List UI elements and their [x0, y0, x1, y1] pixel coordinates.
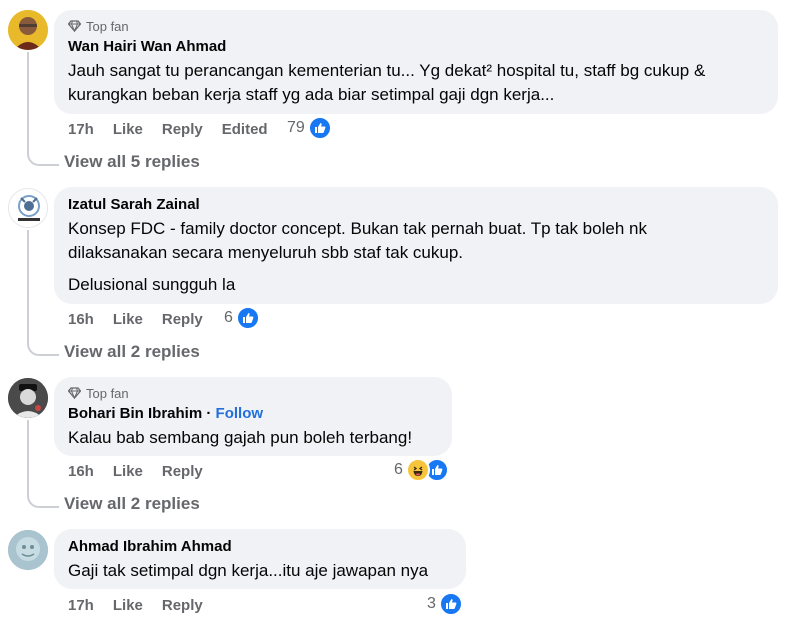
haha-reaction-icon [405, 458, 430, 482]
comment-bubble: Izatul Sarah Zainal Konsep FDC - family … [54, 187, 778, 304]
reaction-summary[interactable]: 79 [287, 116, 332, 140]
like-button[interactable]: Like [113, 121, 143, 138]
comment-text: Jauh sangat tu perancangan kementerian t… [68, 59, 764, 107]
comment-line: dilaksanakan secara menyeluruh sbb staf … [68, 243, 464, 262]
top-fan-badge: Top fan [68, 385, 438, 401]
avatar[interactable] [8, 530, 48, 570]
follow-button[interactable]: Follow [216, 405, 264, 422]
avatar[interactable] [8, 188, 48, 228]
comment-text: Delusional sungguh la [68, 273, 764, 297]
like-button[interactable]: Like [113, 311, 143, 328]
reply-button[interactable]: Reply [162, 121, 203, 138]
top-fan-badge: Top fan [68, 18, 764, 34]
comment-author[interactable]: Wan Hairi Wan Ahmad [68, 37, 764, 57]
like-button[interactable]: Like [113, 597, 143, 614]
reply-button[interactable]: Reply [162, 597, 203, 614]
reaction-count: 6 [224, 309, 233, 326]
view-replies-link[interactable]: View all 2 replies [64, 494, 200, 514]
diamond-icon [68, 20, 81, 32]
comment-actions: 17h Like Reply Edited [68, 119, 287, 139]
comment-text: Gaji tak setimpal dgn kerja...itu aje ja… [68, 559, 452, 583]
reply-button[interactable]: Reply [162, 463, 203, 480]
badge-label: Top fan [86, 385, 129, 401]
comment-bubble: Top fan Wan Hairi Wan Ahmad Jauh sangat … [54, 10, 778, 114]
comment-line: Kalau bab sembang gajah pun boleh terban… [68, 428, 413, 447]
comment-line: Jauh sangat tu perancangan kementerian t… [68, 61, 706, 80]
like-button[interactable]: Like [113, 463, 143, 480]
comment-line: Gaji tak setimpal dgn kerja...itu aje ja… [68, 561, 429, 580]
comment-line: Konsep FDC - family doctor concept. Buka… [68, 219, 647, 238]
comment-time[interactable]: 16h [68, 311, 94, 328]
comment-time[interactable]: 16h [68, 463, 94, 480]
comment-line: kurangkan beban kerja staff yg ada biar … [68, 85, 555, 104]
dot-separator: · [206, 405, 216, 422]
comment-author-row: Bohari Bin Ibrahim · Follow [68, 404, 438, 424]
edited-label: Edited [221, 120, 268, 138]
reaction-count: 6 [394, 461, 403, 478]
comment-text: Kalau bab sembang gajah pun boleh terban… [68, 426, 438, 450]
reaction-count: 3 [427, 595, 436, 612]
like-reaction-icon [438, 592, 463, 616]
comment-bubble: Ahmad Ibrahim Ahmad Gaji tak setimpal dg… [54, 529, 466, 589]
comment-actions: 16h Like Reply [68, 309, 222, 329]
badge-label: Top fan [86, 18, 129, 34]
reaction-summary[interactable]: 3 [427, 592, 463, 616]
comment-actions: 17h Like Reply [68, 595, 222, 615]
comment-author[interactable]: Izatul Sarah Zainal [68, 195, 764, 215]
like-reaction-icon [307, 116, 332, 140]
diamond-icon [68, 387, 81, 399]
comment-author[interactable]: Ahmad Ibrahim Ahmad [68, 537, 452, 557]
comment-bubble: Top fan Bohari Bin Ibrahim · Follow Kala… [54, 377, 452, 456]
comment-time[interactable]: 17h [68, 597, 94, 614]
reply-button[interactable]: Reply [162, 311, 203, 328]
reaction-count: 79 [287, 119, 305, 136]
reaction-summary[interactable]: 6 [224, 306, 260, 330]
comment-time[interactable]: 17h [68, 121, 94, 138]
avatar[interactable] [8, 378, 48, 418]
comment-actions: 16h Like Reply [68, 461, 222, 481]
reaction-summary[interactable]: 6 [394, 458, 449, 482]
view-replies-link[interactable]: View all 5 replies [64, 152, 200, 172]
comment-line: Delusional sungguh la [68, 275, 236, 294]
view-replies-link[interactable]: View all 2 replies [64, 342, 200, 362]
comment-text: Konsep FDC - family doctor concept. Buka… [68, 217, 764, 265]
like-reaction-icon [235, 306, 260, 330]
avatar[interactable] [8, 10, 48, 50]
comment-author[interactable]: Bohari Bin Ibrahim [68, 405, 202, 422]
